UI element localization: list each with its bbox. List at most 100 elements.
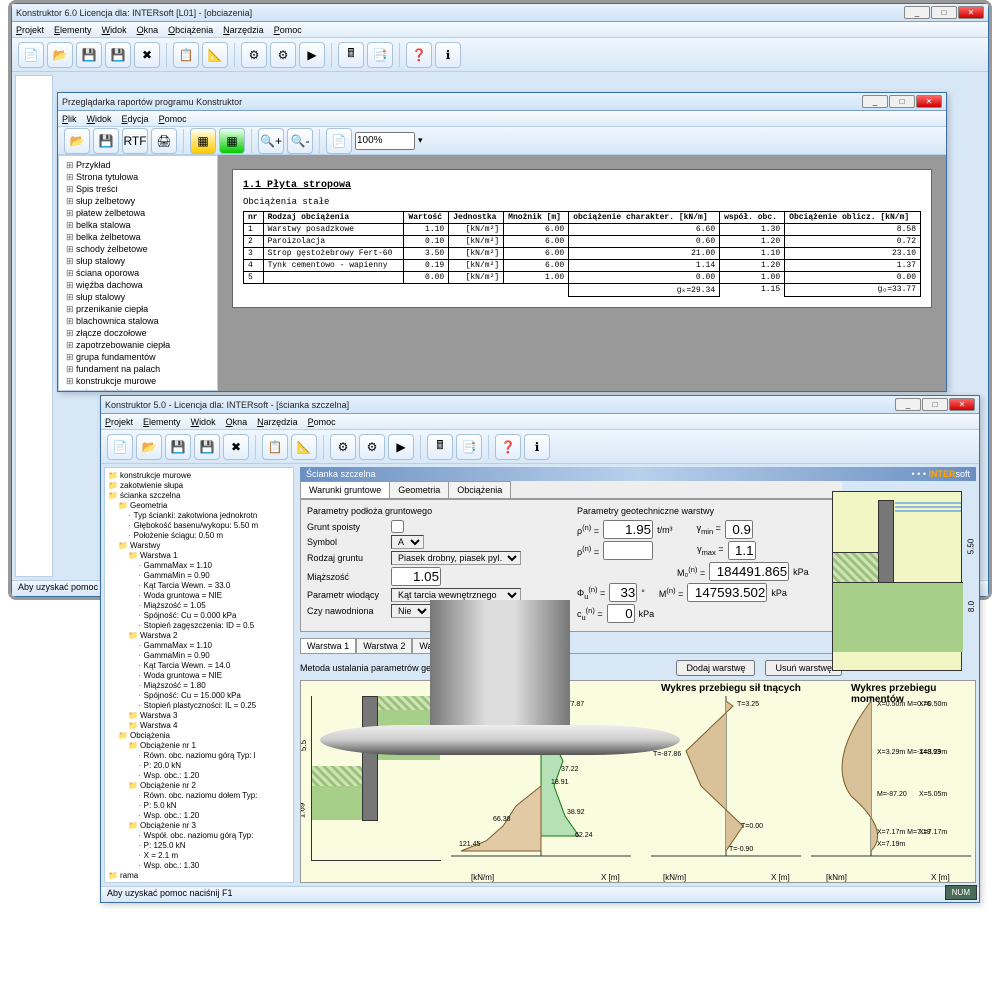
ft-node[interactable]: Obciążenie nr 2 bbox=[108, 781, 290, 791]
gmax-input[interactable] bbox=[728, 541, 756, 560]
rv-menubar[interactable]: PlikWidokEdycjaPomoc bbox=[58, 111, 946, 127]
ltab-1[interactable]: Warstwa 2 bbox=[356, 638, 412, 653]
rv-close-button[interactable]: ✕ bbox=[916, 95, 942, 108]
menu-obciążenia[interactable]: Obciążenia bbox=[168, 25, 213, 35]
ft-node[interactable]: Kąt Tarcia Wewn. = 14.0 bbox=[108, 661, 290, 671]
f-gear2-icon[interactable]: ⚙ bbox=[359, 434, 385, 460]
rv-print-icon[interactable]: 🖨 bbox=[151, 128, 177, 154]
ft-node[interactable]: Geometria bbox=[108, 501, 290, 511]
m-input[interactable] bbox=[687, 583, 767, 602]
dropdown-icon[interactable]: ▾ bbox=[418, 135, 423, 146]
ft-node[interactable]: Miąższość = 1.05 bbox=[108, 601, 290, 611]
tool-icon[interactable]: 📋 bbox=[173, 42, 199, 68]
rv-node[interactable]: Przykład bbox=[62, 159, 214, 171]
m0-input[interactable] bbox=[709, 562, 789, 581]
ft-node[interactable]: Spójność: Cu = 15.000 kPa bbox=[108, 691, 290, 701]
del-layer-button[interactable]: Usuń warstwę bbox=[765, 660, 842, 676]
rv-page-icon[interactable]: 📄 bbox=[326, 128, 352, 154]
rv-node[interactable]: Spis treści bbox=[62, 183, 214, 195]
f-help-icon[interactable]: ❓ bbox=[495, 434, 521, 460]
symbol-select[interactable]: A bbox=[391, 535, 424, 549]
ft-node[interactable]: Współ. obc. naziomu górą Typ: bbox=[108, 831, 290, 841]
close-button[interactable]: ✕ bbox=[958, 6, 984, 19]
ft-node[interactable]: rama bbox=[108, 871, 290, 881]
f-del-icon[interactable]: ✖ bbox=[223, 434, 249, 460]
f-calc-icon[interactable]: 🖩 bbox=[427, 434, 453, 460]
new-icon[interactable]: 📄 bbox=[18, 42, 44, 68]
f-saveas-icon[interactable]: 💾 bbox=[194, 434, 220, 460]
back-menubar[interactable]: ProjektElementyWidokOknaObciążeniaNarzęd… bbox=[12, 22, 988, 38]
menu-widok[interactable]: Widok bbox=[191, 417, 216, 427]
rv-node[interactable]: blachownica stalowa bbox=[62, 315, 214, 327]
ft-node[interactable]: Równ. obc. naziomu górą Typ: l bbox=[108, 751, 290, 761]
maximize-button[interactable]: □ bbox=[931, 6, 957, 19]
delete-icon[interactable]: ✖ bbox=[134, 42, 160, 68]
ft-node[interactable]: GammaMin = 0.90 bbox=[108, 651, 290, 661]
ft-node[interactable]: konstrukcje murowe bbox=[108, 471, 290, 481]
ft-node[interactable]: P: 20.0 kN bbox=[108, 761, 290, 771]
rv-max-button[interactable]: □ bbox=[889, 95, 915, 108]
rv-node[interactable]: konstrukcje murowe bbox=[62, 375, 214, 387]
rv-zoomin-icon[interactable]: 🔍+ bbox=[258, 128, 284, 154]
c-input[interactable] bbox=[607, 604, 635, 623]
ft-node[interactable]: Warstwa 3 bbox=[108, 711, 290, 721]
rv-zoom-input[interactable] bbox=[355, 132, 415, 150]
czy-select[interactable]: Nie bbox=[391, 604, 431, 618]
report-icon[interactable]: 📑 bbox=[367, 42, 393, 68]
rv-zoomout-icon[interactable]: 🔍- bbox=[287, 128, 313, 154]
ft-node[interactable]: Równ. obc. naziomu dołem Typ: bbox=[108, 791, 290, 801]
f-new-icon[interactable]: 📄 bbox=[107, 434, 133, 460]
saveas-icon[interactable]: 💾 bbox=[105, 42, 131, 68]
ft-node[interactable]: Warstwa 4 bbox=[108, 721, 290, 731]
ft-node[interactable]: Głębokość basenu/wykopu: 5.50 m bbox=[108, 521, 290, 531]
ft-node[interactable]: Warstwa 2 bbox=[108, 631, 290, 641]
info-icon[interactable]: ℹ bbox=[435, 42, 461, 68]
rv-min-button[interactable]: _ bbox=[862, 95, 888, 108]
menu-elementy[interactable]: Elementy bbox=[143, 417, 181, 427]
menu-okna[interactable]: Okna bbox=[137, 25, 159, 35]
menu-widok[interactable]: Widok bbox=[87, 114, 112, 124]
rv-layout2-icon[interactable]: ▦ bbox=[219, 128, 245, 154]
menu-narzędzia[interactable]: Narzędzia bbox=[223, 25, 264, 35]
gear-icon[interactable]: ⚙ bbox=[241, 42, 267, 68]
ft-node[interactable]: Miąższość = 1.80 bbox=[108, 681, 290, 691]
gmin-input[interactable] bbox=[725, 520, 753, 539]
menu-okna[interactable]: Okna bbox=[226, 417, 248, 427]
ft-node[interactable]: Wsp. obc.: 1.20 bbox=[108, 811, 290, 821]
ft-node[interactable]: Woda gruntowa = NIE bbox=[108, 591, 290, 601]
f-tool-icon[interactable]: 📐 bbox=[291, 434, 317, 460]
front-tree[interactable]: konstrukcje murowezakotwienie słupaścian… bbox=[104, 467, 294, 883]
rv-node[interactable]: belka stalowa bbox=[62, 219, 214, 231]
phi-input[interactable] bbox=[609, 583, 637, 602]
rv-save-icon[interactable]: 💾 bbox=[93, 128, 119, 154]
f-info-icon[interactable]: ℹ bbox=[524, 434, 550, 460]
open-icon[interactable]: 📂 bbox=[47, 42, 73, 68]
f-clip-icon[interactable]: 📋 bbox=[262, 434, 288, 460]
rv-node[interactable]: złącze doczołowe bbox=[62, 327, 214, 339]
layer-tabs[interactable]: Warstwa 1Warstwa 2Warstwa 3Warstwa 4 bbox=[300, 638, 842, 654]
ft-node[interactable]: P: 125.0 kN bbox=[108, 841, 290, 851]
rv-node[interactable]: grupa fundamentów bbox=[62, 351, 214, 363]
ft-node[interactable]: Położenie ściągu: 0.50 m bbox=[108, 531, 290, 541]
menu-projekt[interactable]: Projekt bbox=[16, 25, 44, 35]
menu-projekt[interactable]: Projekt bbox=[105, 417, 133, 427]
ft-node[interactable]: ścianka szczelna bbox=[108, 491, 290, 501]
rv-tree[interactable]: PrzykładStrona tytułowaSpis treścisłup ż… bbox=[58, 155, 218, 391]
rv-rtf-icon[interactable]: RTF bbox=[122, 128, 148, 154]
f-gear-icon[interactable]: ⚙ bbox=[330, 434, 356, 460]
ft-node[interactable]: Obciążenia bbox=[108, 731, 290, 741]
ft-node[interactable]: Wsp. obc.: 1.30 bbox=[108, 861, 290, 871]
rv-node[interactable]: Strona tytułowa bbox=[62, 171, 214, 183]
ft-node[interactable]: Spójność: Cu = 0.000 kPa bbox=[108, 611, 290, 621]
ft-node[interactable]: Obciążenie nr 1 bbox=[108, 741, 290, 751]
miaz-input[interactable] bbox=[391, 567, 441, 586]
f-rep-icon[interactable]: 📑 bbox=[456, 434, 482, 460]
calc-icon[interactable]: 🖩 bbox=[338, 42, 364, 68]
f-open-icon[interactable]: 📂 bbox=[136, 434, 162, 460]
rho-input[interactable] bbox=[603, 520, 653, 539]
tool2-icon[interactable]: 📐 bbox=[202, 42, 228, 68]
ft-node[interactable]: Woda gruntowa = NIE bbox=[108, 671, 290, 681]
rv-node[interactable]: płatew żelbetowa bbox=[62, 207, 214, 219]
rv-layout-icon[interactable]: ▦ bbox=[190, 128, 216, 154]
f-run-icon[interactable]: ▶ bbox=[388, 434, 414, 460]
